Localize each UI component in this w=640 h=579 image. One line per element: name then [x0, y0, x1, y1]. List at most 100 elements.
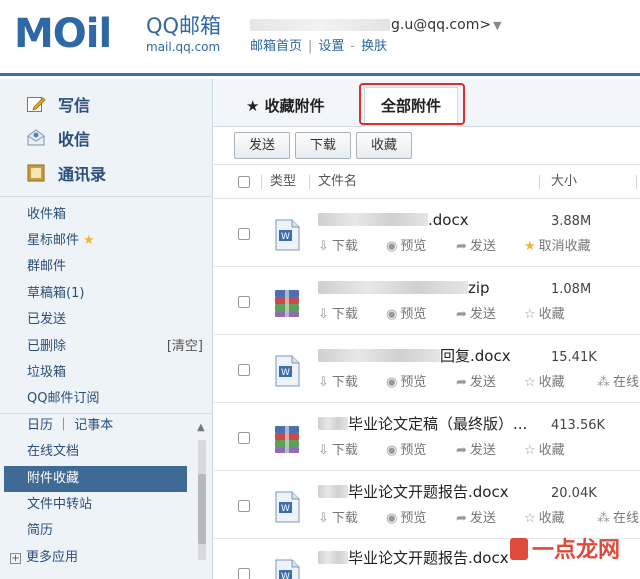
row-checkbox[interactable] [238, 500, 250, 512]
sidebar: 写信 收信 通讯录 收件箱 星标邮件 ★ 群邮件 草稿箱(1) 已发送 已删除 [清… [0, 79, 213, 579]
forward-icon: ➦ [456, 307, 467, 322]
eye-icon: ◉ [386, 375, 398, 390]
send-link[interactable]: ➦ 发送 [456, 442, 496, 460]
sidebar-item-file-transfer[interactable]: 文件中转站 [27, 495, 205, 515]
download-link[interactable]: ⇩ 下载 [318, 442, 358, 460]
sidebar-item-sent[interactable]: 已发送 [27, 310, 205, 330]
select-all-checkbox[interactable] [238, 176, 250, 188]
download-link[interactable]: ⇩ 下载 [318, 306, 358, 324]
file-size: 15.41K [551, 350, 597, 365]
brand-domain: mail.qq.com [146, 40, 221, 54]
download-link[interactable]: ⇩ 下载 [318, 238, 358, 256]
sidebar-item-calendar-notes[interactable]: 日历 ｜ 记事本 [27, 416, 205, 436]
list-item[interactable]: W .docx 3.88M ⇩ 下载 ◉ 预览 ➦ 发送 ★ 取消收藏 [214, 200, 640, 267]
scroll-up-icon[interactable]: ▲ [197, 422, 205, 433]
list-item[interactable]: W 回复.docx 15.41K ⇩ 下载 ◉ 预览 ➦ 发送 ☆ 收藏 ⁂ 在线 [214, 336, 640, 403]
file-name[interactable]: 毕业论文开题报告.docx [318, 482, 509, 502]
eye-icon: ◉ [386, 443, 398, 458]
favorite-link[interactable]: ☆ 收藏 [524, 510, 565, 528]
file-name[interactable]: 毕业论文开题报告.docx [318, 548, 509, 568]
sidebar-scrollbar[interactable]: ▲ [196, 422, 208, 562]
account-menu[interactable]: g.u@qq.com> ▼ [250, 16, 502, 35]
unfavorite-link[interactable]: ★ 取消收藏 [524, 238, 591, 256]
sidebar-item-attachment-favorites[interactable]: 附件收藏 [4, 466, 187, 492]
row-checkbox[interactable] [238, 228, 250, 240]
sidebar-item-online-docs[interactable]: 在线文档 [27, 442, 205, 462]
receive-button[interactable]: 收信 [26, 125, 90, 151]
row-checkbox[interactable] [238, 432, 250, 444]
watermark: 一点龙网 [510, 536, 620, 566]
main-panel: ★ 收藏附件 全部附件 发送 下载 收藏 类型 文件名 大小 W .docx 3… [214, 79, 640, 579]
file-name[interactable]: zip [318, 278, 490, 298]
compose-label: 写信 [58, 96, 91, 115]
nav-separator: | [308, 39, 313, 54]
preview-link[interactable]: ◉ 预览 [386, 442, 426, 460]
sidebar-item-starred[interactable]: 星标邮件 ★ [27, 231, 205, 251]
empty-trash-link[interactable]: [清空] [167, 337, 203, 357]
forward-icon: ➦ [456, 443, 467, 458]
nav-settings[interactable]: 设置 [318, 39, 344, 54]
favorite-button[interactable]: 收藏 [356, 132, 412, 159]
send-link[interactable]: ➦ 发送 [456, 510, 496, 528]
send-link[interactable]: ➦ 发送 [456, 374, 496, 392]
list-item[interactable]: 毕业论文定稿（最终版）... 413.56K ⇩ 下载 ◉ 预览 ➦ 发送 ☆ 收藏 [214, 404, 640, 471]
star-outline-icon: ☆ [524, 511, 536, 526]
word-file-icon: W [270, 354, 304, 388]
redacted-text [318, 349, 440, 362]
nav-skin[interactable]: 换肤 [361, 39, 387, 54]
sidebar-item-inbox[interactable]: 收件箱 [27, 205, 205, 225]
share-icon: ⁂ [597, 511, 610, 526]
sidebar-item-subscriptions[interactable]: QQ邮件订阅 [27, 389, 205, 409]
archive-file-icon [270, 286, 304, 320]
file-name[interactable]: 回复.docx [318, 346, 511, 366]
sidebar-item-resume[interactable]: 简历 [27, 521, 205, 541]
file-name[interactable]: .docx [318, 210, 469, 230]
download-link[interactable]: ⇩ 下载 [318, 510, 358, 528]
preview-link[interactable]: ◉ 预览 [386, 306, 426, 324]
send-link[interactable]: ➦ 发送 [456, 238, 496, 256]
file-name[interactable]: 毕业论文定稿（最终版）... [318, 414, 527, 434]
sidebar-divider [0, 413, 212, 414]
column-filename[interactable]: 文件名 [318, 174, 357, 190]
file-size: 20.04K [551, 486, 597, 501]
nav-mail-home[interactable]: 邮箱首页 [250, 39, 302, 54]
scroll-thumb[interactable] [198, 474, 206, 544]
favorite-link[interactable]: ☆ 收藏 [524, 442, 565, 460]
favorite-link[interactable]: ☆ 收藏 [524, 306, 565, 324]
nav-separator: - [350, 39, 356, 54]
row-checkbox[interactable] [238, 296, 250, 308]
chevron-down-icon[interactable]: ▼ [493, 19, 501, 32]
download-icon: ⇩ [318, 443, 329, 458]
download-icon: ⇩ [318, 239, 329, 254]
word-file-icon: W [270, 490, 304, 524]
favorite-link[interactable]: ☆ 收藏 [524, 374, 565, 392]
redacted-text [318, 281, 468, 294]
column-separator [309, 175, 310, 189]
compose-button[interactable]: 写信 [26, 91, 90, 117]
more-apps[interactable]: + 更多应用 [10, 548, 78, 568]
logo[interactable]: MOil [14, 12, 112, 56]
column-size[interactable]: 大小 [551, 174, 577, 190]
list-item[interactable]: W 毕业论文开题报告.docx 20.04K ⇩ 下载 ◉ 预览 ➦ 发送 ☆ 收藏 ⁂… [214, 472, 640, 539]
download-button[interactable]: 下载 [295, 132, 351, 159]
list-item[interactable]: zip 1.08M ⇩ 下载 ◉ 预览 ➦ 发送 ☆ 收藏 [214, 268, 640, 335]
online-edit-link[interactable]: ⁂ 在线 [597, 374, 639, 392]
sidebar-item-drafts[interactable]: 草稿箱(1) [27, 284, 205, 304]
row-checkbox[interactable] [238, 568, 250, 579]
sidebar-item-deleted[interactable]: 已删除 [清空] [27, 337, 205, 357]
contacts-button[interactable]: 通讯录 [26, 160, 106, 186]
online-edit-link[interactable]: ⁂ 在线 [597, 510, 639, 528]
share-icon: ⁂ [597, 375, 610, 390]
column-type[interactable]: 类型 [270, 174, 296, 190]
preview-link[interactable]: ◉ 预览 [386, 238, 426, 256]
download-link[interactable]: ⇩ 下载 [318, 374, 358, 392]
sidebar-item-spam[interactable]: 垃圾箱 [27, 363, 205, 383]
sidebar-item-group-mail[interactable]: 群邮件 [27, 257, 205, 277]
file-size: 3.88M [551, 214, 592, 229]
tab-favorite-attachments[interactable]: ★ 收藏附件 [230, 91, 341, 127]
send-link[interactable]: ➦ 发送 [456, 306, 496, 324]
preview-link[interactable]: ◉ 预览 [386, 510, 426, 528]
row-checkbox[interactable] [238, 364, 250, 376]
preview-link[interactable]: ◉ 预览 [386, 374, 426, 392]
send-button[interactable]: 发送 [234, 132, 290, 159]
